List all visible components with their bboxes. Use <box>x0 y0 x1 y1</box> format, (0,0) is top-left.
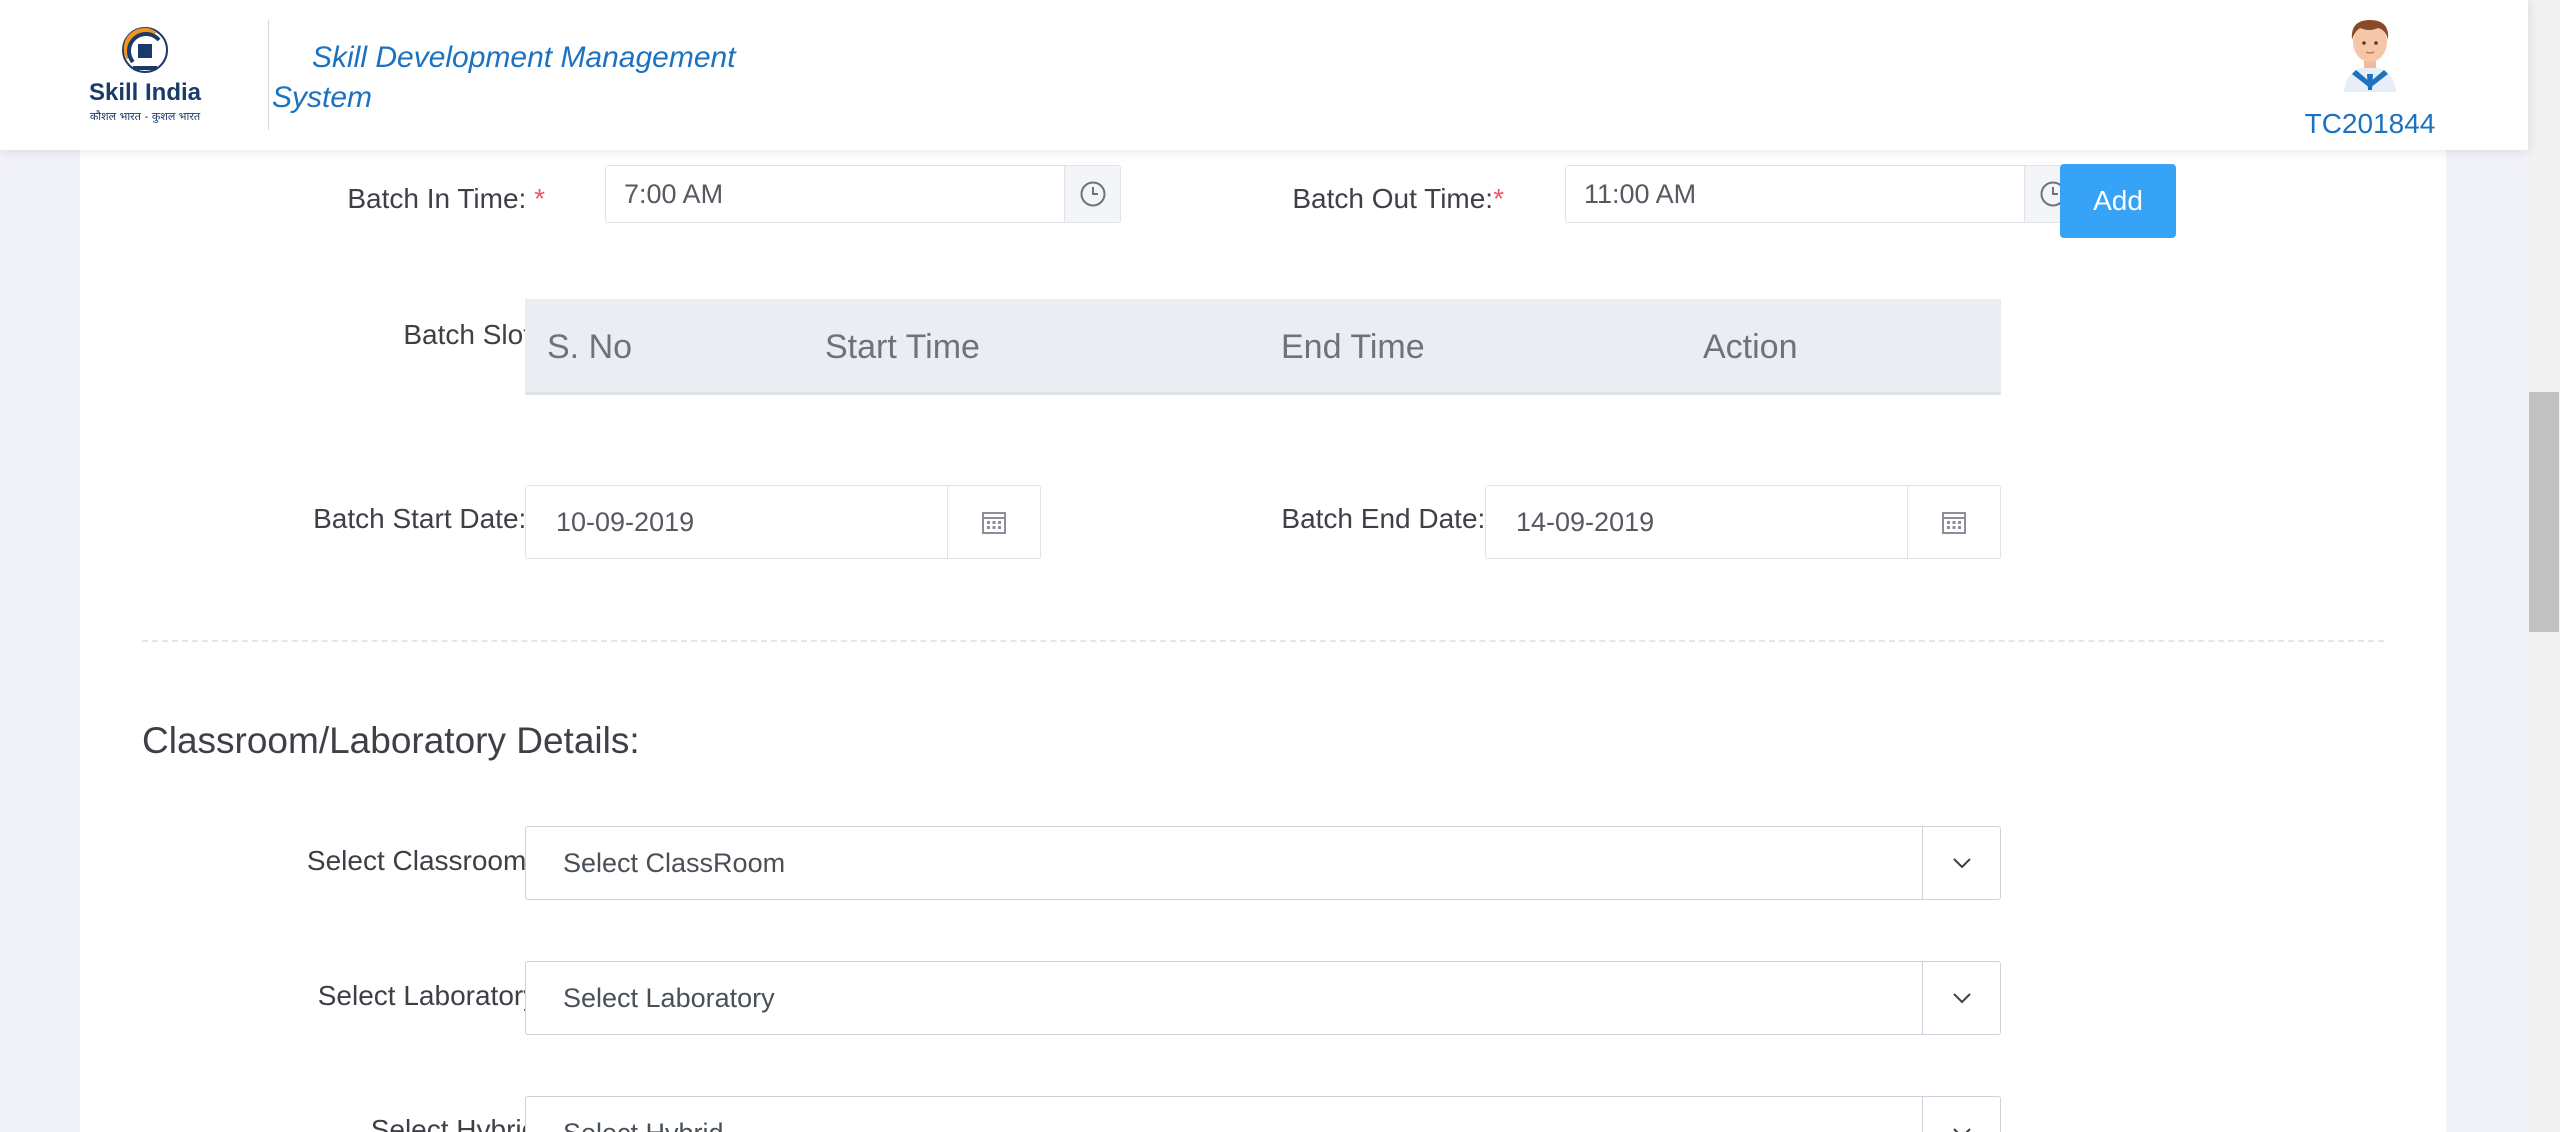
batch-slots-table-header: S. No Start Time End Time Action <box>525 299 2001 395</box>
batch-form-card: Batch In Time: * 7:00 AM Batch Out Time:… <box>80 0 2446 1132</box>
batch-out-time-label: Batch Out Time:* <box>1292 183 1504 214</box>
column-header-action: Action <box>1703 328 1798 366</box>
column-header-start-time: Start Time <box>825 328 980 366</box>
logo-subtext: कौशल भारत - कुशल भारत <box>90 110 201 123</box>
column-header-sno: S. No <box>547 328 633 366</box>
classroom-section-title: Classroom/Laboratory Details: <box>142 720 640 761</box>
hybrid-select[interactable]: Select Hybrid <box>525 1096 2001 1132</box>
chevron-down-icon[interactable] <box>1922 827 2000 899</box>
batch-in-time-value: 7:00 AM <box>624 178 724 209</box>
user-id: TC201844 <box>2304 108 2436 139</box>
header-divider <box>268 20 269 130</box>
batch-end-date-value: 14-09-2019 <box>1516 506 1655 537</box>
scrollbar-thumb[interactable] <box>2529 392 2559 632</box>
batch-end-date-label: Batch End Date: * <box>1281 503 1504 534</box>
clock-icon[interactable] <box>1064 166 1120 222</box>
app-header: Skill India कौशल भारत - कुशल भारत Skill … <box>0 0 2528 150</box>
hybrid-select-value: Select Hybrid <box>563 1097 724 1132</box>
batch-start-date-label: Batch Start Date: * <box>313 503 545 534</box>
batch-start-date-field[interactable]: 10-09-2019 <box>525 485 1041 559</box>
user-menu[interactable]: TC201844 <box>2300 10 2440 140</box>
classroom-select[interactable]: Select ClassRoom <box>525 826 2001 900</box>
chevron-down-icon[interactable] <box>1922 962 2000 1034</box>
batch-in-time-field[interactable]: 7:00 AM <box>605 165 1121 223</box>
batch-start-date-value: 10-09-2019 <box>556 506 695 537</box>
app-title: Skill Development Management System <box>272 41 736 114</box>
batch-out-time-value: 11:00 AM <box>1584 178 1697 209</box>
logo-text: Skill India <box>89 79 202 106</box>
batch-slots-label: Batch Slots <box>403 319 545 350</box>
skill-india-logo[interactable]: Skill India कौशल भारत - कुशल भारत <box>80 24 210 128</box>
user-avatar-icon[interactable] <box>2330 10 2410 92</box>
laboratory-select[interactable]: Select Laboratory <box>525 961 2001 1035</box>
section-divider <box>142 640 2384 642</box>
chevron-down-icon[interactable] <box>1922 1097 2000 1132</box>
add-slot-button[interactable]: Add <box>2060 164 2176 238</box>
classroom-select-value: Select ClassRoom <box>563 848 786 878</box>
select-hybrid-label: Select Hybrid: <box>370 1114 545 1132</box>
calendar-icon[interactable] <box>1907 486 2000 558</box>
batch-in-time-label: Batch In Time: * <box>347 183 545 214</box>
select-classroom-label: Select Classroom:* <box>306 845 545 876</box>
column-header-end-time: End Time <box>1281 328 1425 366</box>
batch-out-time-field[interactable]: 11:00 AM <box>1565 165 2081 223</box>
calendar-icon[interactable] <box>947 486 1040 558</box>
batch-end-date-field[interactable]: 14-09-2019 <box>1485 485 2001 559</box>
laboratory-select-value: Select Laboratory <box>563 983 775 1013</box>
select-laboratory-label: Select Laboratory: <box>317 980 545 1011</box>
